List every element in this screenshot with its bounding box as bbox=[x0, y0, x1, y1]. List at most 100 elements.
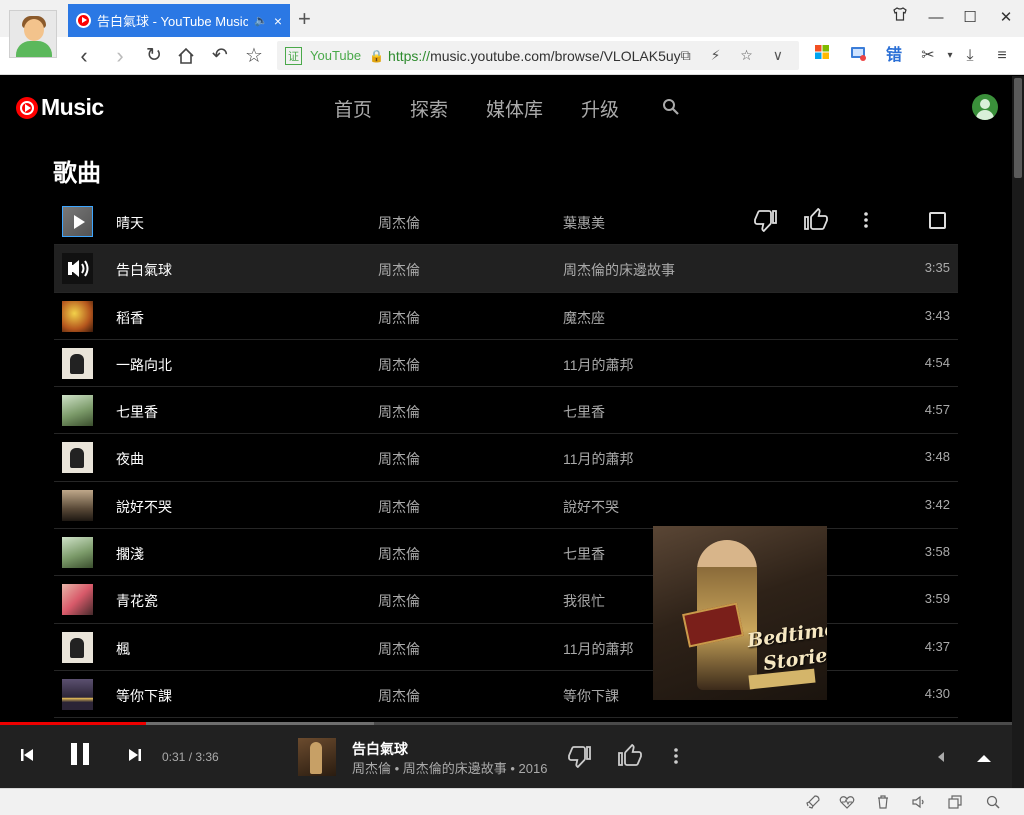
site-cert-badge[interactable]: 证 bbox=[285, 46, 302, 65]
new-tab-button[interactable]: + bbox=[298, 6, 318, 32]
thumbs-down-icon[interactable] bbox=[568, 744, 592, 773]
song-artist[interactable]: 周杰倫 bbox=[378, 544, 420, 564]
song-album[interactable]: 七里香 bbox=[563, 544, 605, 564]
song-title[interactable]: 夜曲 bbox=[116, 449, 144, 469]
song-thumbnail[interactable] bbox=[62, 395, 93, 427]
scissors-icon[interactable]: ✂ bbox=[916, 44, 940, 68]
song-title[interactable]: 稻香 bbox=[116, 308, 144, 328]
health-heart-icon[interactable] bbox=[838, 794, 856, 812]
song-row-now-playing[interactable]: 告白氣球 周杰倫 周杰倫的床邊故事 3:35 bbox=[54, 245, 958, 293]
song-row[interactable]: 稻香 周杰倫 魔杰座 3:43 bbox=[54, 293, 958, 340]
search-icon[interactable] bbox=[662, 98, 680, 116]
previous-track-icon[interactable] bbox=[18, 746, 36, 769]
song-title[interactable]: 晴天 bbox=[116, 213, 144, 233]
browser-tab-active[interactable]: 告白氣球 - YouTube Music 🔈 × bbox=[68, 4, 290, 37]
song-thumbnail[interactable] bbox=[62, 442, 93, 474]
back-button[interactable]: ‹ bbox=[70, 42, 98, 70]
download-icon[interactable]: ⤓ bbox=[958, 44, 982, 68]
maximize-button[interactable]: ☐ bbox=[956, 6, 984, 30]
song-title[interactable]: 七里香 bbox=[116, 402, 158, 422]
song-album[interactable]: 11月的蕭邦 bbox=[563, 449, 634, 469]
song-thumbnail[interactable] bbox=[62, 631, 93, 663]
song-artist[interactable]: 周杰倫 bbox=[378, 213, 420, 233]
song-thumbnail[interactable] bbox=[62, 584, 93, 616]
reload-button[interactable]: ↻ bbox=[140, 42, 168, 70]
song-artist[interactable]: 周杰倫 bbox=[378, 449, 420, 469]
progress-bar[interactable] bbox=[0, 722, 1012, 725]
address-bar[interactable]: 证 YouTube 🔒 https:// music.youtube.com/b… bbox=[277, 41, 799, 70]
song-title[interactable]: 告白氣球 bbox=[116, 260, 172, 280]
thumbs-up-icon[interactable] bbox=[804, 207, 830, 234]
song-artist[interactable]: 周杰倫 bbox=[378, 355, 420, 375]
song-title[interactable]: 青花瓷 bbox=[116, 591, 158, 611]
window-restore-icon[interactable] bbox=[946, 794, 964, 812]
song-album[interactable]: 周杰倫的床邊故事 bbox=[563, 260, 675, 280]
thumbs-up-icon[interactable] bbox=[618, 743, 642, 773]
song-thumbnail[interactable] bbox=[62, 347, 93, 379]
more-options-icon[interactable] bbox=[664, 744, 688, 773]
song-album[interactable]: 我很忙 bbox=[563, 591, 605, 611]
song-album[interactable]: 11月的蕭邦 bbox=[563, 355, 634, 375]
zoom-icon[interactable] bbox=[984, 794, 1002, 812]
song-row[interactable]: 七里香 周杰倫 七里香 4:57 bbox=[54, 387, 958, 435]
song-artist[interactable]: 周杰倫 bbox=[378, 260, 420, 280]
pause-icon[interactable] bbox=[66, 740, 94, 773]
address-bar-actions[interactable]: ⧉ ⚡ ☆ ∨ bbox=[681, 47, 791, 64]
undo-close-tab-button[interactable]: ↶ bbox=[206, 42, 234, 70]
speaker-icon[interactable] bbox=[910, 794, 928, 812]
now-playing-title[interactable]: 告白氣球 bbox=[352, 739, 408, 759]
trash-icon[interactable] bbox=[874, 794, 892, 812]
song-title[interactable]: 說好不哭 bbox=[116, 497, 172, 517]
song-row[interactable]: 一路向北 周杰倫 11月的蕭邦 4:54 bbox=[54, 340, 958, 388]
nav-upgrade[interactable]: 升级 bbox=[581, 95, 619, 122]
song-artist[interactable]: 周杰倫 bbox=[378, 686, 420, 706]
nav-library[interactable]: 媒体库 bbox=[486, 95, 543, 122]
song-thumbnail[interactable] bbox=[62, 300, 93, 332]
song-row[interactable]: 說好不哭 周杰倫 說好不哭 3:42 bbox=[54, 482, 958, 530]
song-row[interactable]: 夜曲 周杰倫 11月的蕭邦 3:48 bbox=[54, 434, 958, 482]
song-artist[interactable]: 周杰倫 bbox=[378, 497, 420, 517]
song-row[interactable]: 晴天 周杰倫 葉惠美 bbox=[54, 198, 958, 246]
song-title[interactable]: 楓 bbox=[116, 639, 130, 659]
shirt-skin-icon[interactable] bbox=[886, 6, 914, 30]
song-thumbnail[interactable] bbox=[62, 678, 93, 710]
nav-home[interactable]: 首页 bbox=[334, 95, 372, 122]
screenshot-extension-icon[interactable] bbox=[846, 44, 870, 68]
thumbs-down-icon[interactable] bbox=[754, 208, 780, 234]
now-playing-subtitle[interactable]: 周杰倫 • 周杰倫的床邊故事 • 2016 bbox=[352, 758, 547, 777]
close-window-button[interactable]: ✕ bbox=[992, 6, 1020, 30]
spellcheck-extension-icon[interactable]: 错 bbox=[882, 44, 906, 68]
song-album[interactable]: 七里香 bbox=[563, 402, 605, 422]
bookmark-star-icon[interactable]: ☆ bbox=[240, 42, 268, 70]
rocket-icon[interactable] bbox=[804, 794, 822, 812]
song-title[interactable]: 一路向北 bbox=[116, 355, 172, 375]
forward-button[interactable]: › bbox=[106, 42, 134, 70]
more-options-icon[interactable] bbox=[854, 208, 880, 234]
play-icon[interactable] bbox=[62, 206, 93, 237]
song-thumbnail[interactable] bbox=[62, 489, 93, 521]
account-avatar[interactable] bbox=[972, 94, 998, 120]
select-checkbox[interactable] bbox=[929, 212, 946, 229]
song-album[interactable]: 等你下課 bbox=[563, 686, 619, 706]
expand-player-icon[interactable] bbox=[976, 750, 992, 768]
song-artist[interactable]: 周杰倫 bbox=[378, 308, 420, 328]
next-track-icon[interactable] bbox=[126, 746, 144, 769]
song-thumbnail[interactable] bbox=[62, 253, 93, 285]
song-artist[interactable]: 周杰倫 bbox=[378, 639, 420, 659]
song-artist[interactable]: 周杰倫 bbox=[378, 402, 420, 422]
minimize-button[interactable]: — bbox=[922, 6, 950, 30]
home-button[interactable] bbox=[172, 42, 200, 70]
tab-close-button[interactable]: × bbox=[274, 13, 282, 29]
lock-icon[interactable]: 🔒 bbox=[369, 49, 384, 63]
song-thumbnail[interactable] bbox=[62, 206, 93, 237]
volume-collapse-icon[interactable] bbox=[936, 750, 946, 768]
song-thumbnail[interactable] bbox=[62, 537, 93, 569]
scrollbar-thumb[interactable] bbox=[1014, 78, 1022, 178]
tab-audio-icon[interactable]: 🔈 bbox=[254, 14, 268, 27]
menu-icon[interactable]: ≡ bbox=[990, 44, 1014, 68]
song-album[interactable]: 11月的蕭邦 bbox=[563, 639, 634, 659]
page-scrollbar[interactable] bbox=[1012, 76, 1024, 788]
song-title[interactable]: 擱淺 bbox=[116, 544, 144, 564]
song-album[interactable]: 葉惠美 bbox=[563, 213, 605, 233]
apps-grid-icon[interactable] bbox=[810, 44, 834, 68]
